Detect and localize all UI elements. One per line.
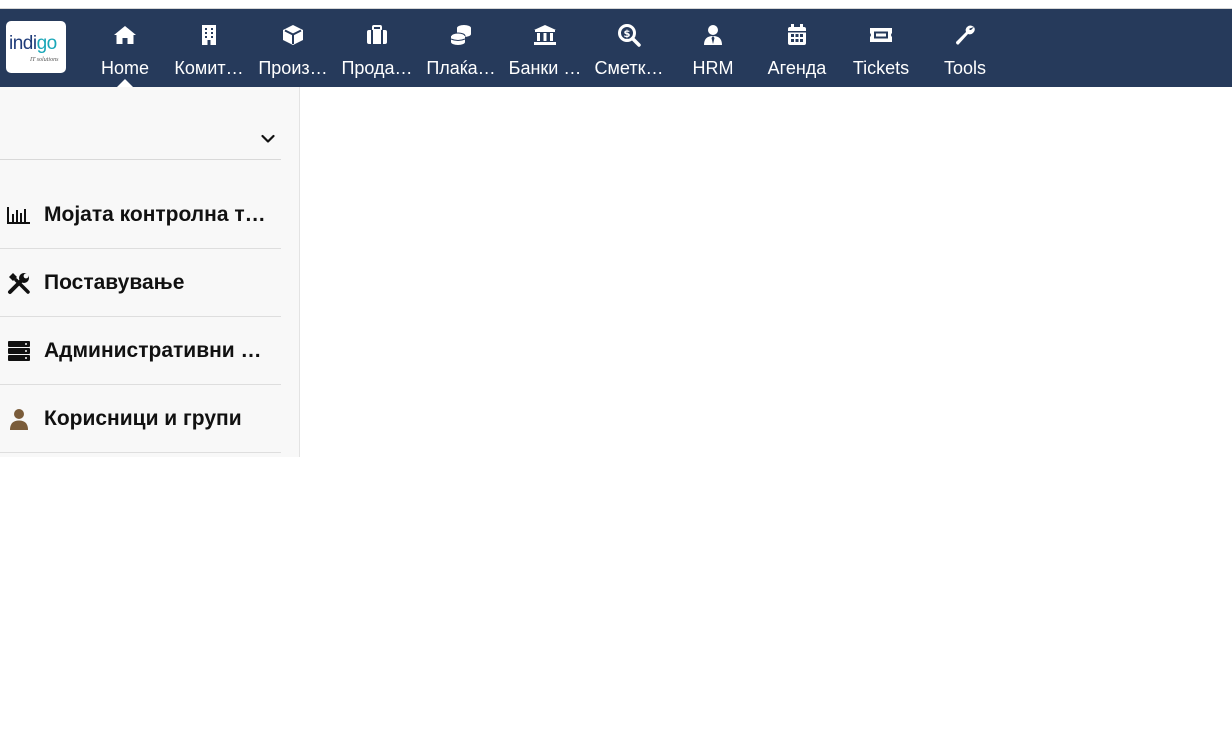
nav-label: Сметк… [594,58,664,78]
left-sidebar: Мојата контролна т… Поставување Админист… [0,87,300,457]
home-icon [83,23,167,47]
nav-label: Произ… [258,58,328,78]
nav-label: Комит… [174,58,244,78]
logo-tagline: IT solutions [30,57,59,63]
user-tie-icon [671,23,755,47]
tools-icon [7,271,31,295]
nav-item-agenda[interactable]: Агенда [755,9,839,87]
nav-item-prodazba[interactable]: Прода… [335,9,419,87]
nav-item-tickets[interactable]: Tickets [839,9,923,87]
chevron-down-icon [261,131,275,149]
sidebar-dropdown[interactable] [0,87,281,160]
brand-logo[interactable]: indigo IT solutions [6,21,66,73]
nav-label: Плаќа… [426,58,496,78]
sidebar-item-administrative[interactable]: Административни … [0,317,281,385]
nav-label: Tools [943,58,987,78]
browser-top-strip [0,0,1232,9]
search-dollar-icon: $ [587,23,671,47]
nav-item-hrm[interactable]: HRM [671,9,755,87]
active-indicator [117,79,133,87]
top-navigation-bar: indigo IT solutions Home Комит… Произ… П… [0,9,1232,87]
ticket-icon [839,23,923,47]
nav-item-plakjanja[interactable]: Плаќа… [419,9,503,87]
nav-item-banki[interactable]: Банки … [503,9,587,87]
server-icon [7,339,31,363]
nav-item-smetkovodstvo[interactable]: $ Сметк… [587,9,671,87]
user-icon [7,407,31,431]
sidebar-item-label: Корисници и групи [44,407,242,430]
sidebar-item-label: Поставување [44,271,185,294]
nav-label: Банки … [508,58,582,78]
bank-icon [503,23,587,47]
bar-chart-icon [7,203,31,227]
sidebar-item-users-groups[interactable]: Корисници и групи [0,385,281,453]
sidebar-item-setup[interactable]: Поставување [0,249,281,317]
cube-icon [251,23,335,47]
nav-label: Home [100,58,149,78]
nav-item-home[interactable]: Home [83,9,167,87]
main-content [300,87,1232,748]
nav-item-komitenti[interactable]: Комит… [167,9,251,87]
nav-label: HRM [692,58,734,78]
sidebar-item-label: Административни … [44,339,262,362]
sidebar-item-dashboard[interactable]: Мојата контролна т… [0,181,281,249]
calendar-icon [755,23,839,47]
nav-label: Tickets [852,58,910,78]
nav-label: Прода… [341,58,413,78]
coins-icon [419,23,503,47]
briefcase-icon [335,23,419,47]
sidebar-item-label: Мојата контролна т… [44,203,266,226]
svg-text:$: $ [624,29,631,40]
building-icon [167,23,251,47]
nav-label: Агенда [767,58,827,78]
logo-wordmark: indigo [9,33,57,54]
nav-item-proizvodi[interactable]: Произ… [251,9,335,87]
nav-item-tools[interactable]: Tools [923,9,1007,87]
wrench-icon [923,23,1007,47]
